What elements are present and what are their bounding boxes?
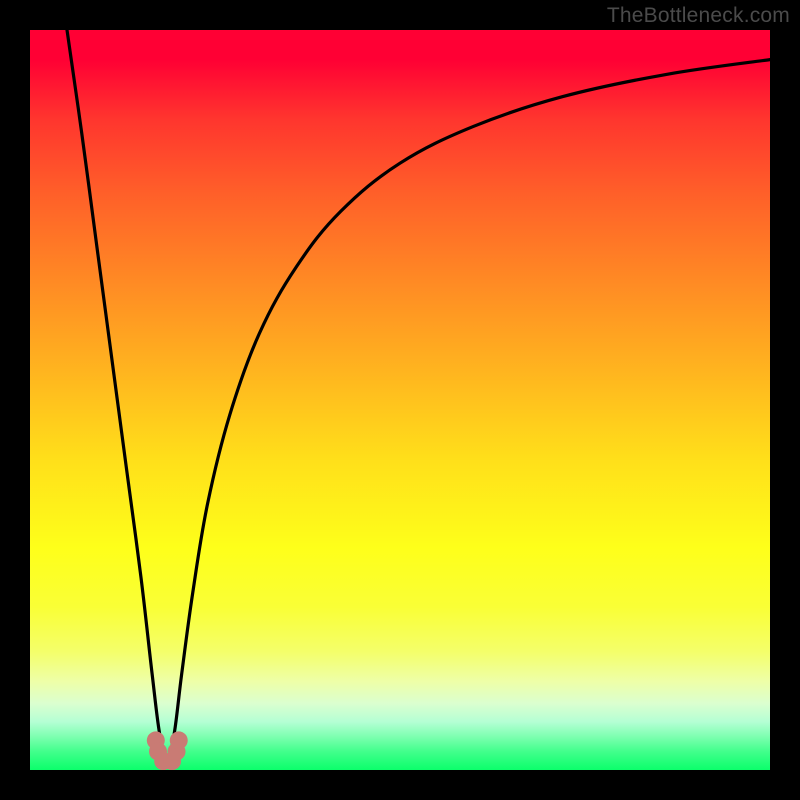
minimum-marker (170, 731, 188, 749)
plot-area (30, 30, 770, 770)
bottleneck-curve (67, 30, 770, 763)
chart-svg (30, 30, 770, 770)
minimum-markers (147, 731, 188, 770)
watermark-text: TheBottleneck.com (607, 4, 790, 28)
chart-frame: TheBottleneck.com (0, 0, 800, 800)
